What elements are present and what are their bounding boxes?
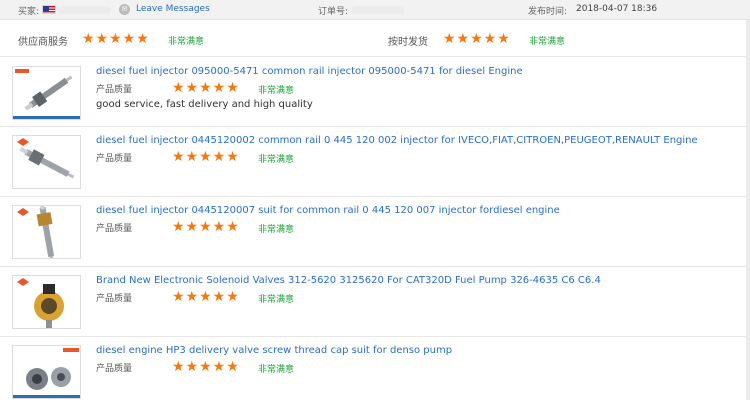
- product-quality-satisfaction: 非常满意: [258, 365, 295, 375]
- product-quality-label: 产品质量: [96, 294, 133, 304]
- product-quality-satisfaction: 非常满意: [258, 295, 295, 305]
- publish-time-label: 发布时间:: [528, 7, 568, 17]
- product-title-link[interactable]: diesel fuel injector 095000-5471 common …: [96, 66, 523, 77]
- product-title-link[interactable]: diesel engine HP3 delivery valve screw t…: [96, 345, 452, 356]
- on-time-delivery-satisfaction: 非常满意: [529, 37, 566, 47]
- review-item: Brand New Electronic Solenoid Valves 312…: [0, 275, 750, 341]
- fuel-injector-icon: [13, 69, 80, 119]
- fuel-injector-icon: [17, 206, 55, 258]
- product-thumbnail[interactable]: [12, 345, 81, 399]
- divider: [0, 266, 750, 267]
- message-icon[interactable]: ✉: [119, 4, 130, 15]
- product-quality-label: 产品质量: [96, 154, 133, 164]
- product-quality-stars: ★★★★★: [172, 149, 240, 165]
- product-quality-label: 产品质量: [96, 224, 133, 234]
- solenoid-valve-icon: [17, 278, 64, 328]
- supplier-service-stars: ★★★★★: [82, 31, 150, 47]
- review-comment: good service, fast delivery and high qua…: [96, 99, 313, 110]
- product-quality-label: 产品质量: [96, 85, 133, 95]
- order-number-redacted: [352, 6, 404, 14]
- review-header-bar: 买家: ✉ Leave Messages 订单号: 发布时间: 2018-04-…: [0, 0, 750, 20]
- order-number-label: 订单号:: [318, 7, 349, 17]
- supplier-service-label: 供应商服务: [18, 37, 68, 48]
- product-thumbnail[interactable]: [12, 205, 81, 259]
- scrollbar[interactable]: [746, 20, 750, 400]
- product-title-link[interactable]: diesel fuel injector 0445120002 common r…: [96, 135, 698, 146]
- divider: [0, 196, 750, 197]
- product-title-link[interactable]: Brand New Electronic Solenoid Valves 312…: [96, 275, 601, 286]
- supplier-service-satisfaction: 非常满意: [168, 37, 205, 47]
- divider: [0, 56, 750, 57]
- product-quality-stars: ★★★★★: [172, 80, 240, 96]
- product-thumbnail[interactable]: [12, 275, 81, 329]
- seller-rating-summary: 供应商服务 ★★★★★ 非常满意 按时发货 ★★★★★ 非常满意: [0, 28, 750, 50]
- product-quality-stars: ★★★★★: [172, 289, 240, 305]
- buyer-name-redacted: [59, 6, 111, 14]
- fuel-injector-icon: [17, 138, 75, 179]
- product-quality-satisfaction: 非常满意: [258, 155, 295, 165]
- review-item: diesel fuel injector 095000-5471 common …: [0, 66, 750, 132]
- review-item: diesel engine HP3 delivery valve screw t…: [0, 345, 750, 400]
- buyer-label: 买家:: [18, 7, 40, 17]
- on-time-delivery-label: 按时发货: [388, 37, 428, 48]
- review-item: diesel fuel injector 0445120007 suit for…: [0, 205, 750, 271]
- divider: [0, 336, 750, 337]
- product-quality-stars: ★★★★★: [172, 359, 240, 375]
- us-flag-icon: [42, 5, 56, 14]
- product-quality-stars: ★★★★★: [172, 219, 240, 235]
- product-title-link[interactable]: diesel fuel injector 0445120007 suit for…: [96, 205, 560, 216]
- product-quality-satisfaction: 非常满意: [258, 225, 295, 235]
- product-thumbnail[interactable]: [12, 135, 81, 189]
- valve-cap-icon: [13, 348, 80, 398]
- product-thumbnail[interactable]: [12, 66, 81, 120]
- on-time-delivery-stars: ★★★★★: [443, 31, 511, 47]
- review-item: diesel fuel injector 0445120002 common r…: [0, 135, 750, 201]
- publish-time-value: 2018-04-07 18:36: [576, 4, 658, 14]
- product-quality-satisfaction: 非常满意: [258, 86, 295, 96]
- product-quality-label: 产品质量: [96, 364, 133, 374]
- divider: [0, 126, 750, 127]
- leave-messages-link[interactable]: Leave Messages: [136, 4, 210, 14]
